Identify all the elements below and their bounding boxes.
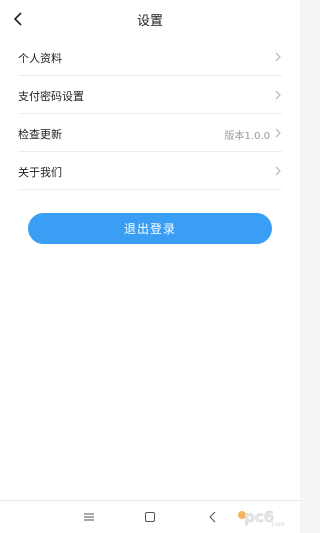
settings-item-label: 检查更新 [18, 128, 62, 141]
settings-item-payment-password[interactable]: 支付密码设置 [0, 76, 300, 114]
settings-item-profile[interactable]: 个人资料 [0, 38, 300, 76]
settings-item-about-us[interactable]: 关于我们 [0, 152, 300, 190]
settings-list: 个人资料 支付密码设置 检查更新 版本1.0.0 关于我们 [0, 38, 300, 190]
chevron-right-icon [275, 52, 281, 62]
home-square-icon[interactable] [143, 510, 157, 524]
chevron-right-icon [275, 166, 281, 176]
back-triangle-icon[interactable] [206, 510, 220, 524]
version-text: 版本1.0.0 [224, 131, 270, 142]
app-header: 设置 [0, 0, 300, 38]
menu-icon[interactable] [82, 510, 96, 524]
settings-item-label: 关于我们 [18, 166, 62, 179]
settings-item-check-update[interactable]: 检查更新 版本1.0.0 [0, 114, 300, 152]
chevron-right-icon [275, 90, 281, 100]
system-nav-bar: pc6 .com [0, 500, 300, 533]
watermark-logo: pc6 .com [238, 508, 285, 528]
page-title: 设置 [136, 14, 163, 29]
watermark-suffix: .com [270, 521, 285, 528]
chevron-right-icon [275, 128, 281, 138]
settings-item-label: 个人资料 [18, 52, 62, 65]
settings-item-label: 支付密码设置 [18, 90, 84, 103]
logout-button[interactable]: 退出登录 [28, 213, 272, 244]
